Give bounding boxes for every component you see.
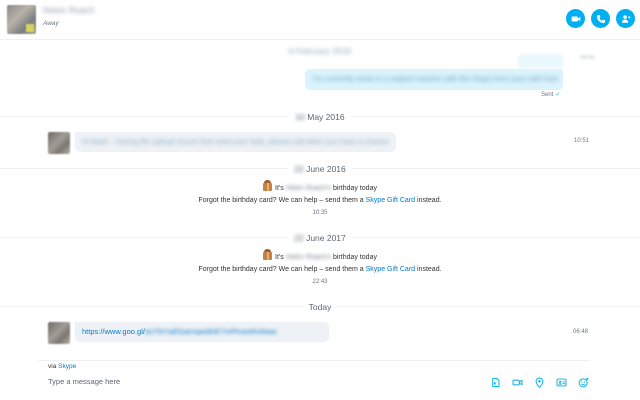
date-label: May 2016 bbox=[307, 112, 345, 122]
contact-name[interactable]: Helen Roach bbox=[43, 6, 95, 15]
via-skype-link[interactable]: Skype bbox=[58, 363, 76, 370]
message-text: Hi Mark – having file upload issues that… bbox=[82, 137, 389, 146]
gift-icon bbox=[263, 249, 273, 260]
contact-avatar[interactable] bbox=[7, 5, 36, 34]
incoming-message-bubble[interactable]: Hi Mark – having file upload issues that… bbox=[75, 132, 396, 152]
emoticon-icon bbox=[578, 377, 588, 387]
sent-status-label: Sent bbox=[541, 92, 554, 98]
emoticon-button[interactable] bbox=[577, 376, 589, 388]
message-time: 10:35 bbox=[312, 210, 328, 216]
birthday-notice: It's Helen Roach's birthday today Forgot… bbox=[198, 249, 442, 273]
date-label: Today bbox=[302, 302, 338, 312]
gift-card-link[interactable]: Skype Gift Card bbox=[366, 266, 415, 273]
date-divider: Today bbox=[0, 302, 640, 312]
date-divider: 22 June 2016 bbox=[0, 164, 640, 174]
location-icon bbox=[535, 377, 543, 388]
birthday-notice: It's Helen Roach's birthday today Forgot… bbox=[198, 180, 442, 204]
sent-message-preview bbox=[518, 54, 563, 68]
contact-status: Away bbox=[43, 20, 59, 27]
message-time: 09:41 bbox=[580, 55, 596, 61]
message-history[interactable]: 6 February 2016 09:41 I'm currently stuc… bbox=[0, 40, 640, 356]
file-icon bbox=[491, 377, 499, 387]
message-time: 10:51 bbox=[574, 138, 590, 144]
phone-icon bbox=[596, 14, 605, 23]
incoming-message-bubble[interactable]: https://www.goo.gl/aU7bYwEGarmpedGE7mFhn… bbox=[75, 322, 329, 342]
gift-icon bbox=[263, 180, 273, 191]
message-time: 06:48 bbox=[573, 329, 589, 335]
sender-avatar[interactable] bbox=[48, 132, 70, 154]
date-label: 6 February 2016 bbox=[282, 46, 358, 56]
message-text: I'm currently stuck in a support session… bbox=[313, 74, 558, 83]
gift-card-link[interactable]: Skype Gift Card bbox=[366, 197, 415, 204]
add-people-button[interactable] bbox=[616, 9, 635, 28]
divider bbox=[38, 360, 590, 361]
url-link[interactable]: https://www.goo.gl/ bbox=[82, 327, 145, 336]
video-camera-icon bbox=[571, 16, 580, 21]
date-day: 22 bbox=[294, 164, 304, 174]
send-file-button[interactable] bbox=[489, 376, 501, 388]
date-label: June 2017 bbox=[306, 233, 346, 243]
share-location-button[interactable] bbox=[533, 376, 545, 388]
sent-message-bubble[interactable]: I'm currently stuck in a support session… bbox=[305, 69, 563, 90]
message-input[interactable]: Type a message here bbox=[48, 377, 120, 386]
date-divider: 22 June 2017 bbox=[0, 233, 640, 243]
video-message-button[interactable] bbox=[511, 376, 523, 388]
message-time: 22:43 bbox=[312, 279, 328, 285]
video-call-button[interactable] bbox=[566, 9, 585, 28]
composer-area: via Skype Type a message here bbox=[0, 356, 640, 400]
conversation-header: Helen Roach Away bbox=[0, 0, 640, 40]
date-day: 22 bbox=[294, 233, 304, 243]
date-divider: 10 May 2016 bbox=[0, 112, 640, 122]
date-day: 10 bbox=[295, 112, 305, 122]
sender-avatar[interactable] bbox=[48, 322, 70, 344]
date-label: June 2016 bbox=[306, 164, 346, 174]
contact-name: Helen Roach's bbox=[285, 185, 332, 192]
contact-card-icon bbox=[556, 378, 566, 386]
via-label: via Skype bbox=[48, 363, 77, 370]
contact-name: Helen Roach's bbox=[285, 254, 332, 261]
video-message-icon bbox=[512, 379, 522, 385]
add-person-icon bbox=[621, 14, 630, 23]
audio-call-button[interactable] bbox=[591, 9, 610, 28]
send-contact-button[interactable] bbox=[555, 376, 567, 388]
url-link-rest[interactable]: aU7bYwEGarmpedGE7mFhnw4hvfwas bbox=[145, 327, 277, 336]
check-icon: ✓ bbox=[555, 92, 561, 98]
sent-status: Sent ✓ bbox=[541, 91, 560, 98]
